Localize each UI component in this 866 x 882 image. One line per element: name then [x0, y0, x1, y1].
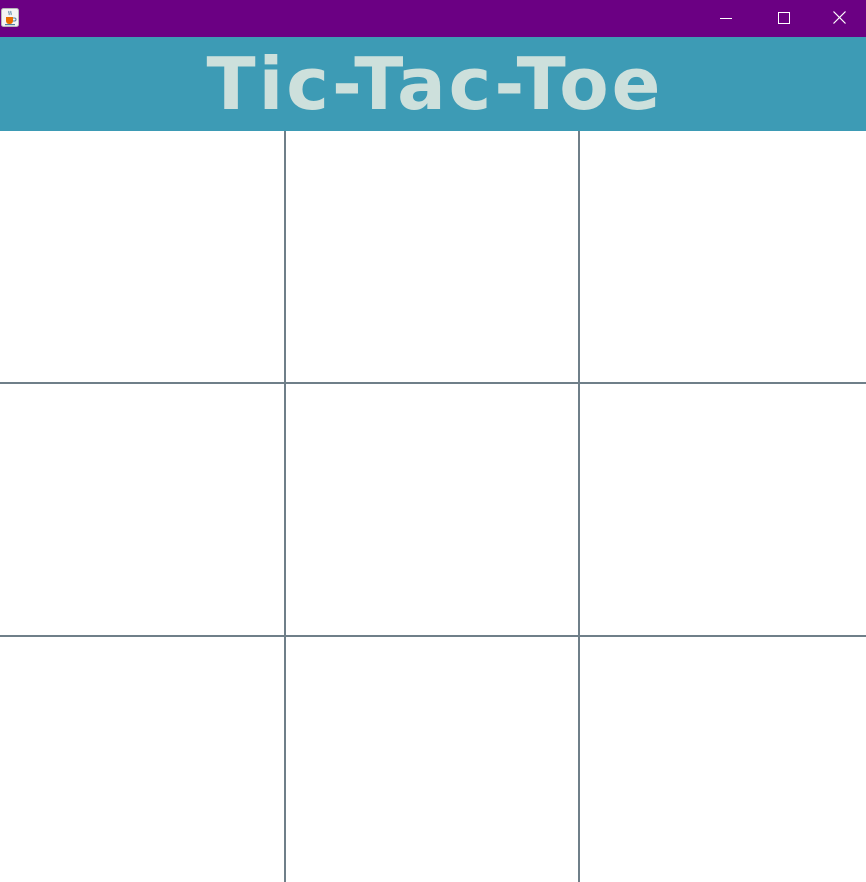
board-cell[interactable]: [580, 637, 866, 882]
game-window: Tic-Tac-Toe: [0, 0, 866, 882]
minimize-button[interactable]: [697, 0, 755, 37]
board-cell[interactable]: [286, 637, 578, 882]
java-cup-icon[interactable]: [1, 8, 19, 27]
grid-line-horizontal: [0, 382, 866, 384]
close-icon: [833, 9, 846, 28]
grid-line-vertical: [578, 131, 580, 882]
game-title: Tic-Tac-Toe: [206, 42, 664, 126]
board-cell[interactable]: [0, 637, 284, 882]
board-cell[interactable]: [580, 131, 866, 382]
close-button[interactable]: [813, 0, 866, 37]
minimize-icon: [720, 9, 732, 28]
board-cell[interactable]: [580, 384, 866, 635]
grid-line-horizontal: [0, 635, 866, 637]
board-cell[interactable]: [0, 384, 284, 635]
title-bar[interactable]: [0, 0, 866, 37]
game-header: Tic-Tac-Toe: [0, 37, 866, 131]
maximize-button[interactable]: [755, 0, 813, 37]
grid-line-vertical: [284, 131, 286, 882]
game-board: [0, 131, 866, 882]
maximize-icon: [778, 9, 790, 28]
board-cell[interactable]: [286, 131, 578, 382]
board-cell[interactable]: [0, 131, 284, 382]
board-cell[interactable]: [286, 384, 578, 635]
